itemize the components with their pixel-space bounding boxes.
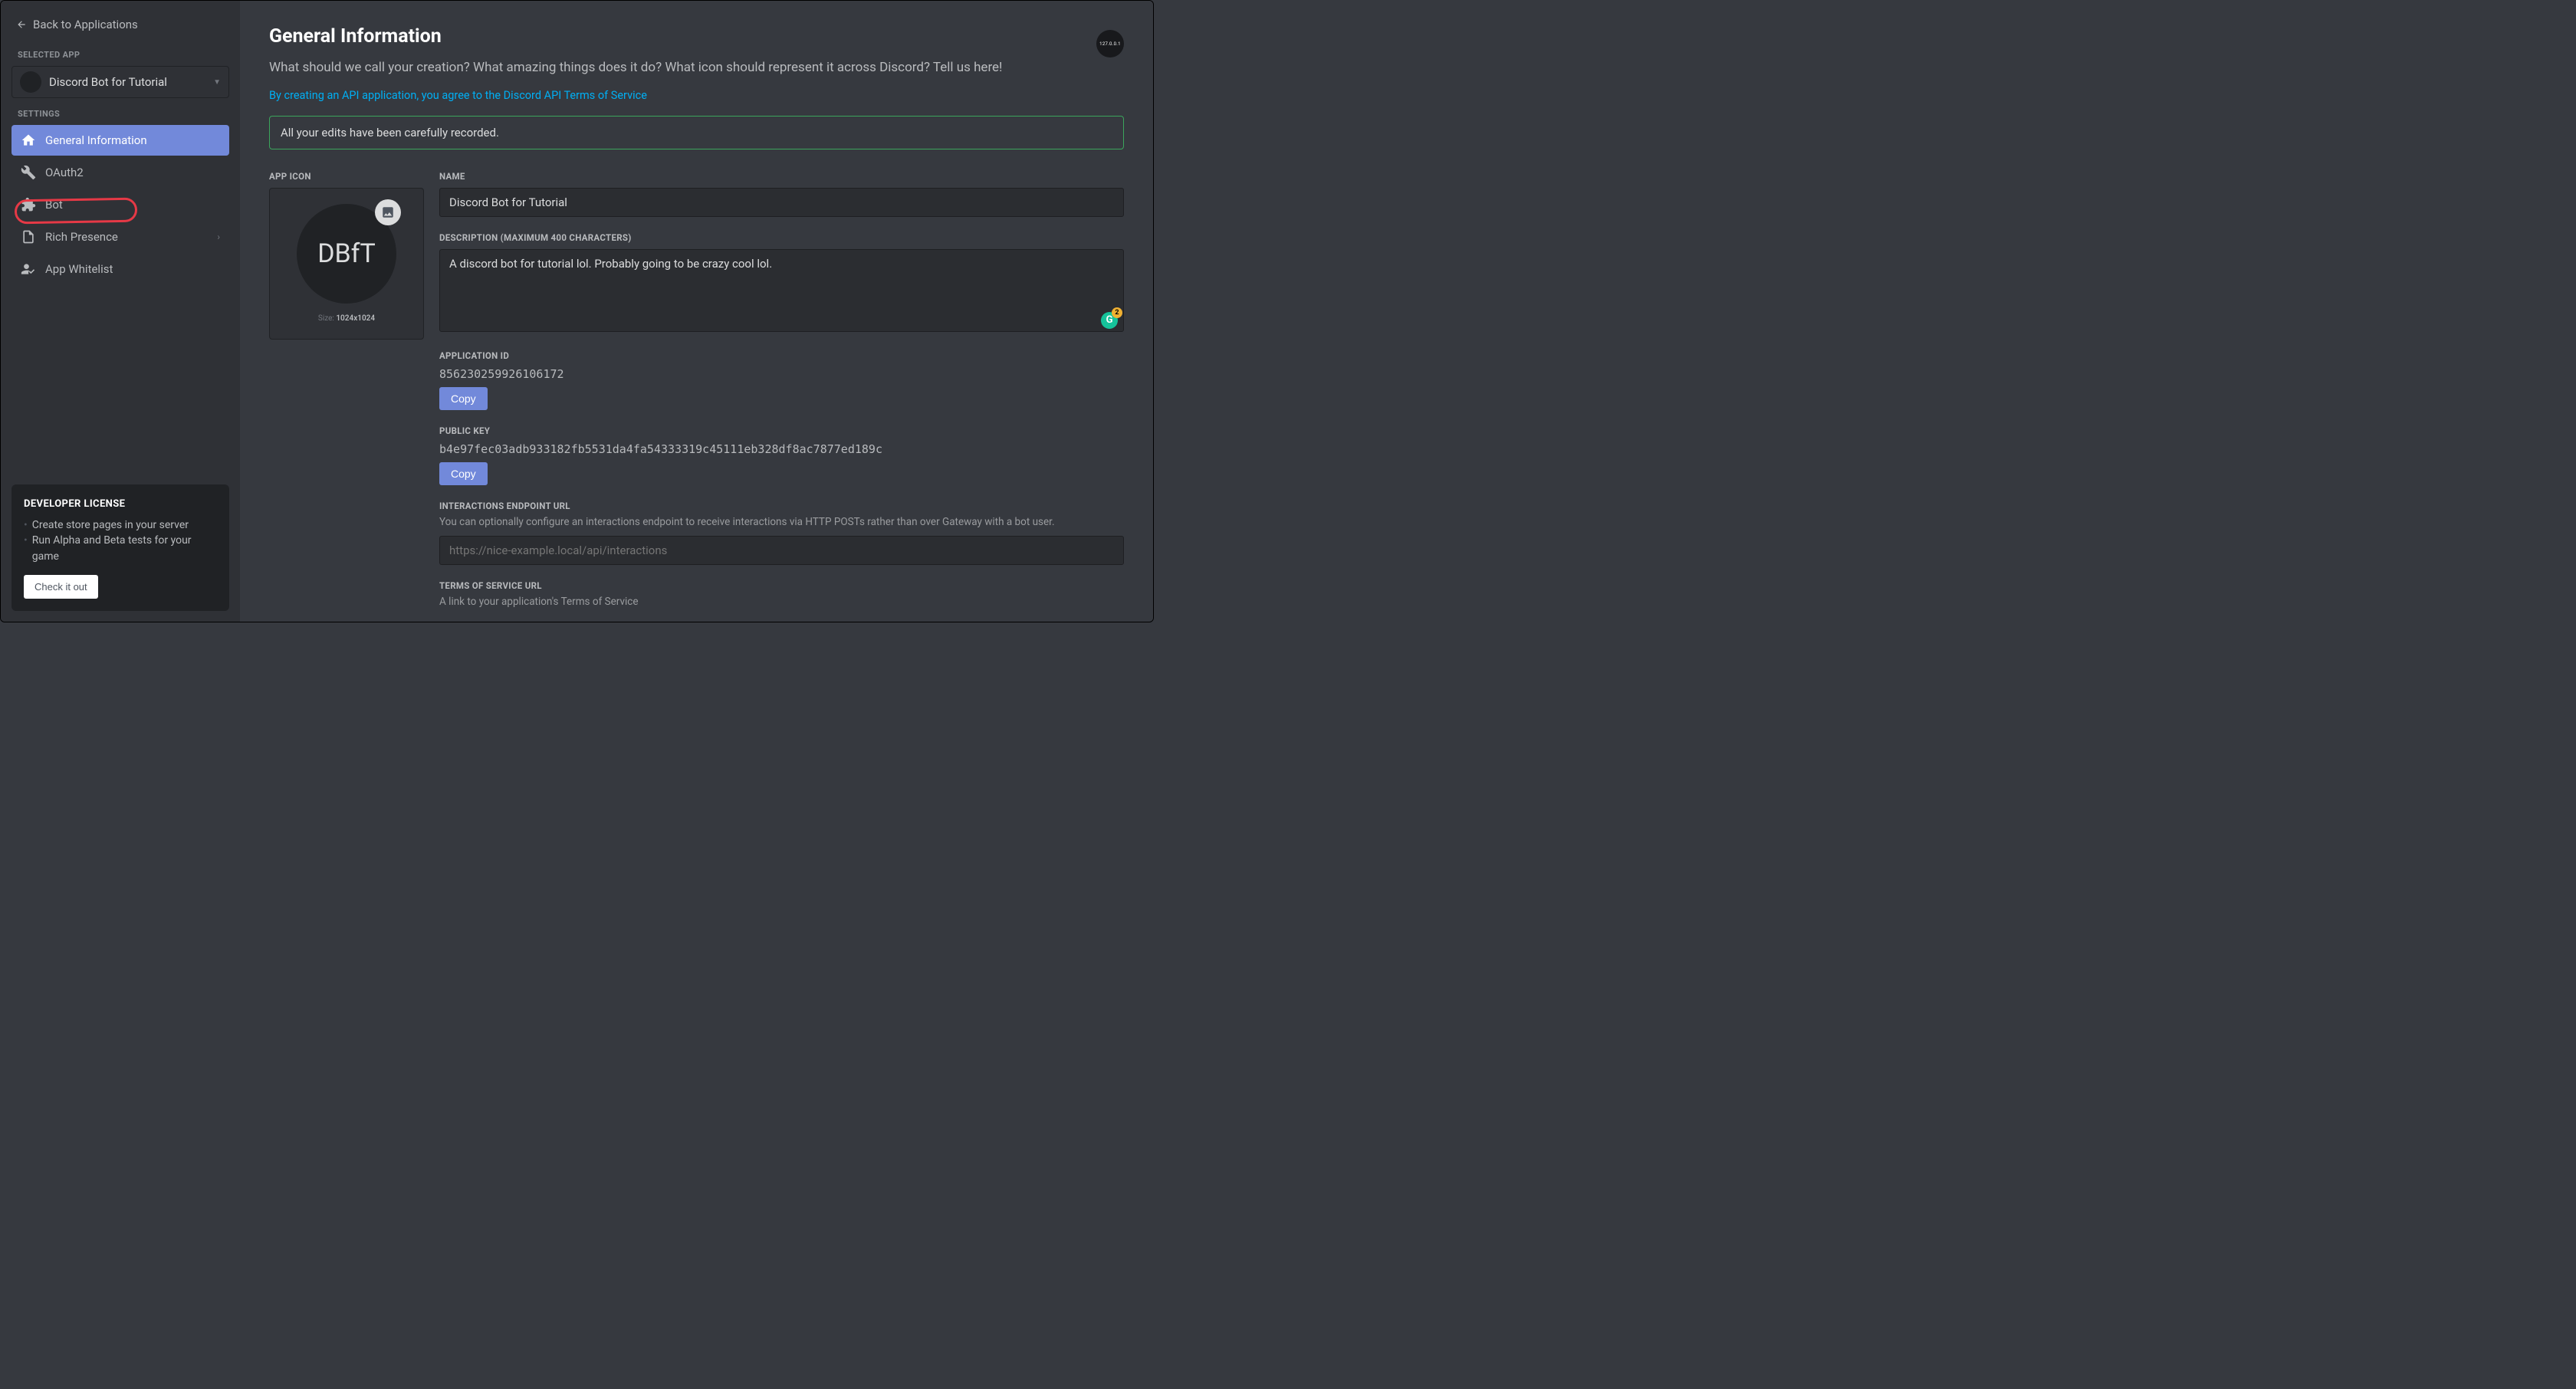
grammarly-badge: 2 (1112, 307, 1122, 318)
main-content: 127.0.0.1 General Information What shoul… (240, 1, 1153, 622)
sidebar-item-bot[interactable]: Bot (12, 189, 229, 220)
copy-application-id-button[interactable]: Copy (439, 387, 488, 410)
caret-down-icon: ▼ (213, 78, 221, 87)
app-selector-dropdown[interactable]: Discord Bot for Tutorial ▼ (12, 66, 229, 98)
sidebar-item-oauth2[interactable]: OAuth2 (12, 157, 229, 188)
app-icon-uploader[interactable]: DBfT Size: 1024x1024 (269, 188, 424, 340)
check-it-out-button[interactable]: Check it out (24, 575, 98, 599)
application-id-label: APPLICATION ID (439, 350, 1124, 361)
copy-public-key-button[interactable]: Copy (439, 462, 488, 485)
page-subtitle: What should we call your creation? What … (269, 58, 1124, 78)
chevron-right-icon: › (217, 232, 220, 242)
tos-agreement-link[interactable]: By creating an API application, you agre… (269, 89, 647, 102)
dev-license-bullet: Create store pages in your server (24, 517, 217, 533)
sidebar: Back to Applications SELECTED APP Discor… (1, 1, 240, 622)
interactions-endpoint-input[interactable] (439, 536, 1124, 565)
sidebar-item-label: Rich Presence (45, 230, 118, 244)
sidebar-item-general-information[interactable]: General Information (12, 125, 229, 156)
person-check-icon (21, 261, 36, 277)
description-label: DESCRIPTION (MAXIMUM 400 CHARACTERS) (439, 232, 1124, 243)
sidebar-item-label: OAuth2 (45, 166, 84, 179)
wrench-icon (21, 165, 36, 180)
corner-logo: 127.0.0.1 (1096, 30, 1124, 57)
back-label: Back to Applications (33, 18, 138, 31)
application-id-value: 856230259926106172 (439, 367, 1124, 381)
app-icon-initials: DBfT (317, 238, 376, 269)
interactions-help-text: You can optionally configure an interact… (439, 516, 1124, 528)
name-label: NAME (439, 171, 1124, 182)
sidebar-item-rich-presence[interactable]: Rich Presence › (12, 222, 229, 252)
name-input[interactable] (439, 188, 1124, 217)
puzzle-icon (21, 197, 36, 212)
sidebar-item-label: Bot (45, 198, 63, 212)
upload-image-icon[interactable] (375, 199, 401, 225)
sidebar-item-app-whitelist[interactable]: App Whitelist (12, 254, 229, 284)
dev-license-title: DEVELOPER LICENSE (24, 498, 217, 510)
public-key-label: PUBLIC KEY (439, 425, 1124, 436)
dev-license-bullet: Run Alpha and Beta tests for your game (24, 533, 217, 564)
success-alert: All your edits have been carefully recor… (269, 116, 1124, 149)
app-icon-label: APP ICON (269, 171, 424, 182)
description-textarea[interactable] (439, 249, 1124, 332)
developer-license-card: DEVELOPER LICENSE Create store pages in … (12, 484, 229, 611)
app-avatar (20, 71, 41, 93)
back-to-applications-link[interactable]: Back to Applications (12, 13, 229, 39)
page-title: General Information (269, 25, 1124, 48)
tos-url-label: TERMS OF SERVICE URL (439, 580, 1124, 591)
sidebar-item-label: General Information (45, 133, 147, 147)
app-icon-placeholder: DBfT (297, 204, 396, 304)
selected-app-name: Discord Bot for Tutorial (49, 75, 205, 89)
public-key-value: b4e97fec03adb933182fb5531da4fa54333319c4… (439, 442, 1124, 456)
document-icon (21, 229, 36, 245)
settings-section-label: SETTINGS (18, 109, 229, 119)
tos-url-help-text: A link to your application's Terms of Se… (439, 596, 1124, 608)
grammarly-icon[interactable]: G2 (1101, 312, 1118, 329)
selected-app-section-label: SELECTED APP (18, 50, 229, 60)
arrow-left-icon (16, 19, 27, 30)
interactions-endpoint-label: INTERACTIONS ENDPOINT URL (439, 501, 1124, 511)
sidebar-item-label: App Whitelist (45, 262, 113, 276)
icon-size-hint: Size: 1024x1024 (318, 314, 375, 323)
home-icon (21, 133, 36, 148)
